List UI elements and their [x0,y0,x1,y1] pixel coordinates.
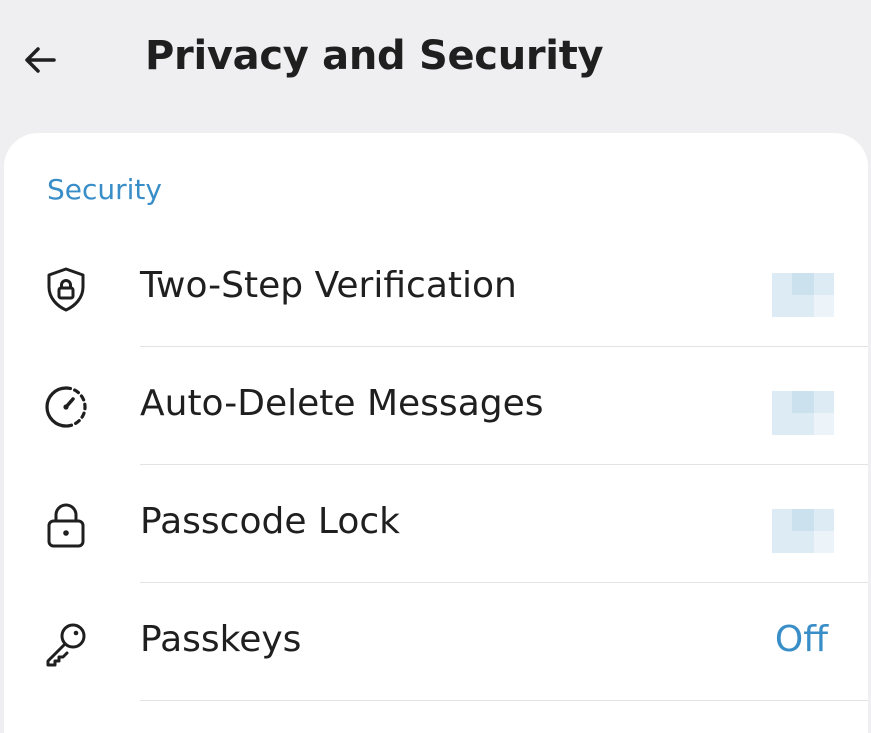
passkeys-row[interactable]: Passkeys Off [4,583,868,701]
auto-delete-messages-row[interactable]: Auto-Delete Messages [4,347,868,465]
passcode-lock-label: Passcode Lock [140,501,401,542]
two-step-verification-value-redacted [772,273,834,317]
passkeys-value: Off [774,619,828,660]
auto-delete-messages-value-redacted [772,391,834,435]
key-icon [42,619,90,667]
page-title: Privacy and Security [145,33,604,79]
two-step-verification-row[interactable]: Two-Step Verification [4,229,868,347]
divider [140,700,868,701]
passcode-lock-value-redacted [772,509,834,553]
auto-delete-messages-label: Auto-Delete Messages [140,383,544,424]
security-card: Security Two-Step Verification Auto-Dele… [4,133,868,733]
timer-icon [42,383,90,431]
section-header-security: Security [47,173,162,206]
app-header: Privacy and Security [0,0,871,120]
shield-lock-icon [42,265,90,313]
lock-icon [42,501,90,549]
passcode-lock-row[interactable]: Passcode Lock [4,465,868,583]
passkeys-label: Passkeys [140,619,302,660]
two-step-verification-label: Two-Step Verification [140,265,517,306]
back-arrow-icon [25,47,56,73]
back-button[interactable] [12,32,68,88]
